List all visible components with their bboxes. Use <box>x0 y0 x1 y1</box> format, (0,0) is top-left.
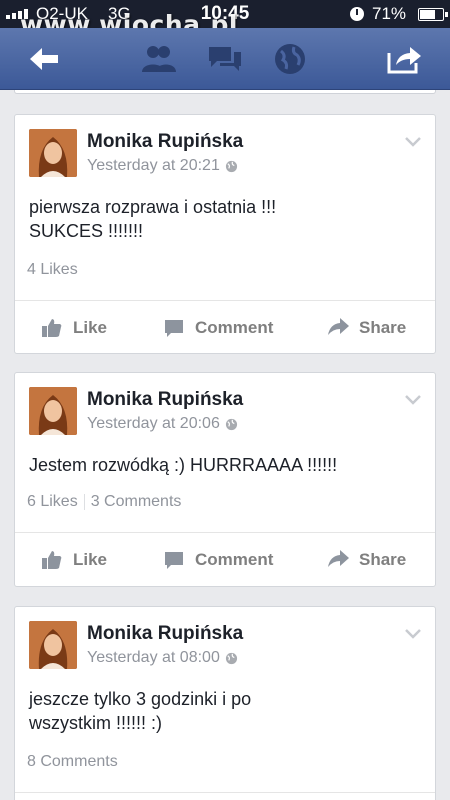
app-navbar <box>0 28 450 90</box>
share-label: Share <box>359 550 407 569</box>
share-icon[interactable] <box>384 41 424 77</box>
share-button[interactable]: Share <box>327 301 406 355</box>
likes-count[interactable]: 6 Likes <box>27 493 78 511</box>
battery-icon <box>418 8 448 21</box>
avatar[interactable] <box>29 621 77 669</box>
thumbs-up-icon <box>42 319 62 337</box>
back-arrow-icon[interactable] <box>24 41 64 77</box>
like-label: Like <box>73 550 108 569</box>
post-timestamp[interactable]: Yesterday at 20:21 <box>87 157 220 175</box>
comment-icon <box>165 320 183 337</box>
comments-count[interactable]: 3 Comments <box>91 493 182 511</box>
public-globe-icon <box>225 160 237 172</box>
post-text: jeszcze tylko 3 godzinki i po wszystkim … <box>29 689 252 733</box>
like-label: Like <box>73 318 108 337</box>
public-globe-icon <box>225 418 237 430</box>
avatar[interactable] <box>29 129 77 177</box>
post-stats: 8 Comments <box>27 753 118 771</box>
chevron-down-icon[interactable] <box>405 395 421 405</box>
comments-count[interactable]: 8 Comments <box>27 753 118 771</box>
like-button[interactable]: Like <box>41 533 107 587</box>
stats-separator <box>83 494 85 510</box>
rotation-lock-icon <box>350 7 364 21</box>
post-timestamp[interactable]: Yesterday at 08:00 <box>87 649 220 667</box>
chevron-down-icon[interactable] <box>405 629 421 639</box>
post-author[interactable]: Monika Rupińska <box>87 623 243 645</box>
share-button[interactable]: Share <box>327 533 406 587</box>
chevron-down-icon[interactable] <box>405 137 421 147</box>
post-meta: Yesterday at 08:00 <box>87 649 238 667</box>
share-arrow-icon <box>328 318 349 335</box>
previous-post-card-edge <box>14 90 436 94</box>
messages-icon[interactable] <box>205 41 245 77</box>
globe-notifications-icon[interactable] <box>270 41 310 77</box>
post-author[interactable]: Monika Rupińska <box>87 389 243 411</box>
share-label: Share <box>359 318 407 337</box>
post-timestamp[interactable]: Yesterday at 20:06 <box>87 415 220 433</box>
post-meta: Yesterday at 20:21 <box>87 157 238 175</box>
post-card: Monika Rupińska Yesterday at 20:06 Jeste… <box>14 372 436 587</box>
like-button[interactable]: Like <box>41 301 107 355</box>
divider <box>15 792 435 793</box>
post-text: pierwsza rozprawa i ostatnia !!! SUKCES … <box>29 197 277 241</box>
post-actions: Like Comment Share <box>15 301 435 355</box>
comment-icon <box>165 552 183 569</box>
comment-label: Comment <box>195 550 274 569</box>
avatar[interactable] <box>29 387 77 435</box>
battery-percent: 71% <box>372 4 407 23</box>
share-arrow-icon <box>328 550 349 567</box>
public-globe-icon <box>225 652 237 664</box>
post-author[interactable]: Monika Rupińska <box>87 131 243 153</box>
comment-button[interactable]: Comment <box>163 301 273 355</box>
post-card: Monika Rupińska Yesterday at 20:21 pierw… <box>14 114 436 354</box>
post-actions: Like Comment Share <box>15 533 435 587</box>
thumbs-up-icon <box>42 551 62 569</box>
friend-requests-icon[interactable] <box>138 41 178 77</box>
post-meta: Yesterday at 20:06 <box>87 415 238 433</box>
comment-label: Comment <box>195 318 274 337</box>
post-text: Jestem rozwódką :) HURRRAAAA !!!!!! <box>29 455 338 475</box>
post-stats: 6 Likes 3 Comments <box>27 493 181 511</box>
likes-count[interactable]: 4 Likes <box>27 261 78 279</box>
comment-button[interactable]: Comment <box>163 533 273 587</box>
post-stats: 4 Likes <box>27 261 78 279</box>
post-card: Monika Rupińska Yesterday at 08:00 jeszc… <box>14 606 436 800</box>
